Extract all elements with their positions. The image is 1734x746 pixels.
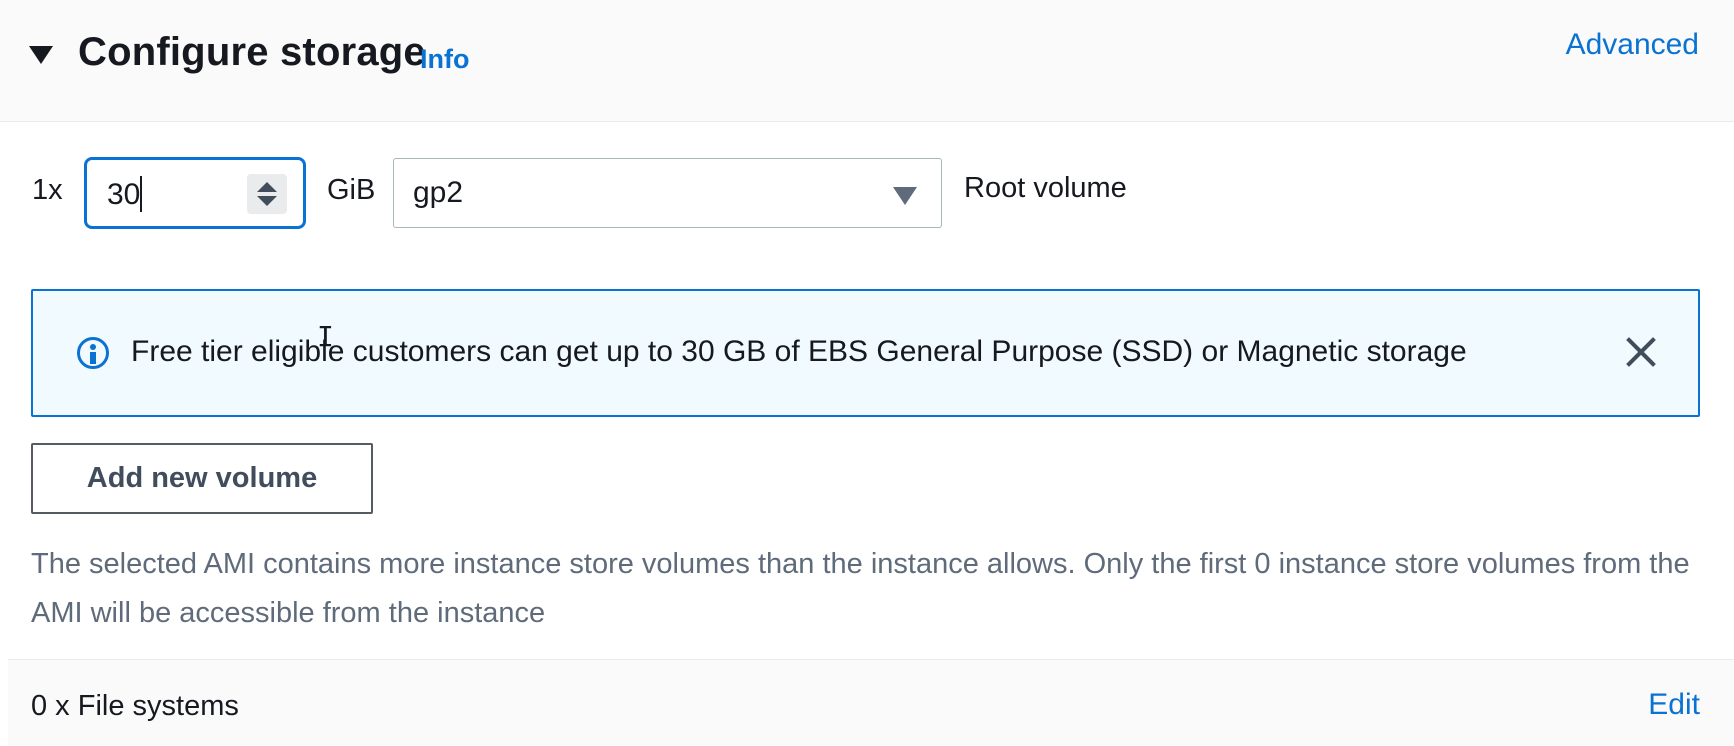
- volume-count-label: 1x: [32, 174, 63, 206]
- caret-down-icon[interactable]: [29, 46, 53, 64]
- info-circle-icon: [77, 337, 109, 369]
- chevron-down-icon: [893, 187, 917, 205]
- info-link[interactable]: Info: [420, 44, 469, 75]
- text-cursor-icon: I: [317, 320, 334, 353]
- volume-size-input[interactable]: 30: [84, 157, 306, 229]
- file-systems-label: 0 x File systems: [31, 690, 239, 722]
- root-volume-label: Root volume: [964, 172, 1127, 204]
- volume-type-select[interactable]: gp2: [393, 158, 942, 228]
- edit-file-systems-link[interactable]: Edit: [1648, 688, 1700, 722]
- increment-arrow[interactable]: [257, 182, 277, 192]
- free-tier-info-alert: Free tier eligible customers can get up …: [31, 289, 1700, 417]
- advanced-link[interactable]: Advanced: [1566, 28, 1699, 62]
- file-systems-row: 0 x File systems Edit: [8, 659, 1734, 746]
- volume-type-value: gp2: [413, 176, 464, 209]
- text-caret: [140, 176, 142, 212]
- decrement-arrow[interactable]: [257, 196, 277, 206]
- close-icon[interactable]: [1624, 335, 1658, 369]
- number-stepper-icon[interactable]: [247, 174, 287, 214]
- panel-header: Configure storage Info Advanced: [0, 0, 1734, 122]
- configure-storage-panel: Configure storage Info Advanced 1x 30 Gi…: [0, 0, 1734, 746]
- add-new-volume-button[interactable]: Add new volume: [31, 443, 373, 514]
- panel-title: Configure storage: [78, 30, 426, 74]
- volume-size-value: 30: [107, 178, 141, 211]
- volume-unit-label: GiB: [327, 174, 376, 206]
- ami-instance-store-note: The selected AMI contains more instance …: [31, 548, 1690, 629]
